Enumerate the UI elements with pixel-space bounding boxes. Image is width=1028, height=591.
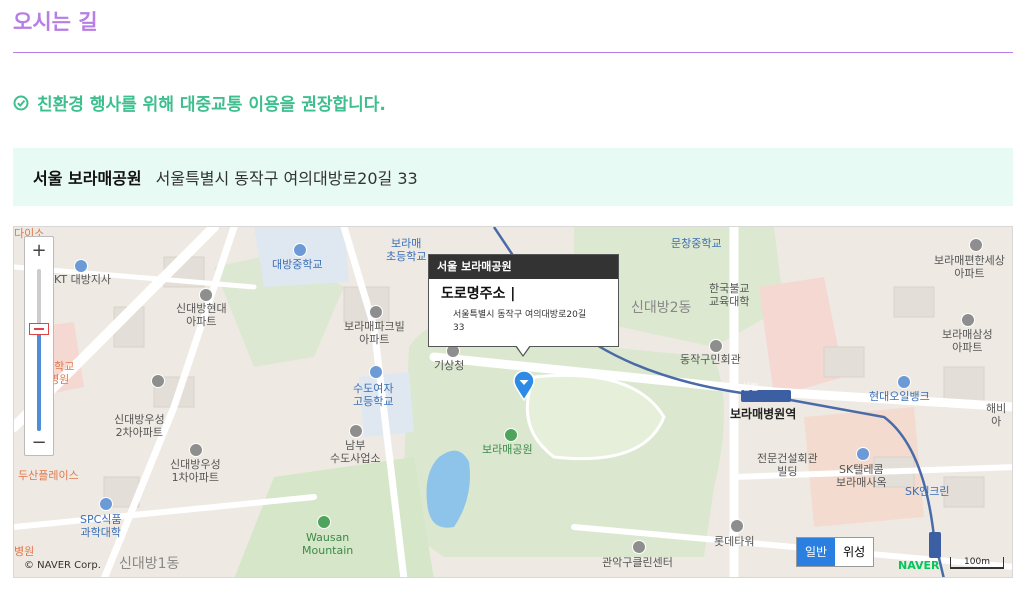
apartment-icon	[199, 288, 213, 302]
map-label-gisangcheong: 기상청	[434, 359, 465, 372]
popup-address-line1: 서울특별시 동작구 여의대방로20길	[453, 310, 587, 320]
building-icon	[709, 339, 723, 353]
mountain-icon	[317, 515, 331, 529]
map-label-gwanak-clean: 관악구클린센터	[602, 556, 673, 569]
map-label-buddhist-univ: 한국불교 교육대학	[709, 282, 750, 308]
building-icon	[349, 424, 363, 438]
apartment-icon	[969, 238, 983, 252]
popup-subtitle: 도로명주소 |	[441, 286, 516, 302]
zoom-control[interactable]: + −	[24, 236, 54, 456]
map-scale-bar: 100m	[950, 557, 1004, 569]
map-view[interactable]: 대방중학교 보라매 초등학교 문창중학교 KT 대방지사 신대방현대 아파트 보…	[13, 226, 1013, 578]
map-label-sillim-line: 신림	[742, 383, 759, 393]
map-type-satellite-button[interactable]: 위성	[835, 538, 873, 566]
gas-station-icon	[897, 375, 911, 389]
map-label-sindaebang-hyundai: 신대방현대 아파트	[176, 302, 227, 328]
map-label-haebit: 해비 아	[986, 402, 1007, 428]
place-address: 서울특별시 동작구 여의대방로20길 33	[155, 169, 418, 188]
notice-text: 친환경 행사를 위해 대중교통 이용을 권장합니다.	[37, 95, 386, 115]
map-label-daebang-ms: 대방중학교	[272, 258, 323, 271]
map-label-jeonmun: 전문건설회관 빌딩	[757, 452, 818, 478]
popup-title: 서울 보라매공원	[429, 255, 618, 279]
map-label-borame-station: 보라매병원역	[730, 407, 797, 421]
map-label-borame-es: 보라매 초등학교	[386, 237, 427, 263]
map-label-spc: SPC식품 과학대학	[80, 513, 122, 539]
map-label-munchang-ms: 문창중학교	[671, 237, 722, 250]
park-icon	[504, 428, 518, 442]
map-type-toggle[interactable]: 일반 위성	[796, 537, 875, 567]
map-label-kt: KT 대방지사	[54, 273, 112, 286]
map-label-nambu-water: 남부 수도사업소	[330, 439, 381, 465]
naver-logo[interactable]: NAVER	[898, 559, 939, 572]
apartment-icon	[189, 443, 203, 457]
apartment-icon	[369, 305, 383, 319]
map-label-lotte: 롯데타워	[714, 535, 755, 548]
apartment-icon	[151, 374, 165, 388]
school-icon	[369, 365, 383, 379]
map-label-borame-park-apt: 보라매파크빌 아파트	[344, 320, 405, 346]
address-box: 서울 보라매공원 서울특별시 동작구 여의대방로20길 33	[13, 148, 1013, 206]
page-title: 오시는 길	[13, 10, 98, 34]
map-label-hospital-edge: 병원	[14, 545, 35, 558]
map-label-wausan: Wausan Mountain	[302, 531, 354, 557]
map-label-sindaebang1: 신대방1동	[119, 556, 180, 572]
map-copyright: © NAVER Corp.	[24, 560, 101, 571]
eco-notice: 친환경 행사를 위해 대중교통 이용을 권장합니다.	[13, 90, 386, 115]
map-label-sk-energy: SK엔크린	[905, 485, 950, 498]
building-icon	[632, 540, 646, 554]
map-label-borame-pyeonhan: 보라매편한세상 아파트	[934, 254, 1005, 280]
map-label-hyundai-oil: 현대오일뱅크	[869, 390, 930, 403]
building-icon	[730, 519, 744, 533]
location-popup: 서울 보라매공원 도로명주소 | 서울특별시 동작구 여의대방로20길 33	[428, 254, 619, 357]
apartment-icon	[961, 313, 975, 327]
popup-address: 서울특별시 동작구 여의대방로20길 33	[429, 303, 618, 335]
map-label-sudo-girls: 수도여자 고등학교	[353, 382, 394, 408]
zoom-in-button[interactable]: +	[25, 239, 53, 263]
location-marker-icon[interactable]	[513, 370, 535, 405]
title-divider	[13, 52, 1013, 53]
school-icon	[99, 497, 113, 511]
map-label-doosan: 두산플레이스	[18, 469, 79, 482]
office-icon	[74, 259, 88, 273]
map-label-dongjak-hall: 동작구민회관	[680, 353, 741, 366]
check-circle-icon	[13, 95, 29, 111]
zoom-out-button[interactable]: −	[25, 431, 53, 455]
popup-pointer	[515, 345, 531, 357]
map-type-normal-button[interactable]: 일반	[797, 538, 836, 566]
zoom-slider-handle[interactable]	[29, 323, 49, 335]
map-label-sinwoosung1: 신대방우성 1차아파트	[170, 458, 221, 484]
office-icon	[856, 447, 870, 461]
map-label-sinwoosung2: 신대방우성 2차아파트	[114, 413, 165, 439]
popup-address-line2: 33	[453, 323, 465, 333]
school-icon	[293, 243, 307, 257]
place-name: 서울 보라매공원	[33, 169, 142, 188]
map-label-sindaebang2: 신대방2동	[631, 300, 692, 316]
zoom-level-fill	[37, 329, 41, 431]
map-label-sk-telecom: SK텔레콤 보라매사옥	[836, 463, 887, 489]
map-label-borame-park: 보라매공원	[482, 443, 533, 456]
map-label-borame-samsung: 보라매삼성 아파트	[942, 328, 993, 354]
